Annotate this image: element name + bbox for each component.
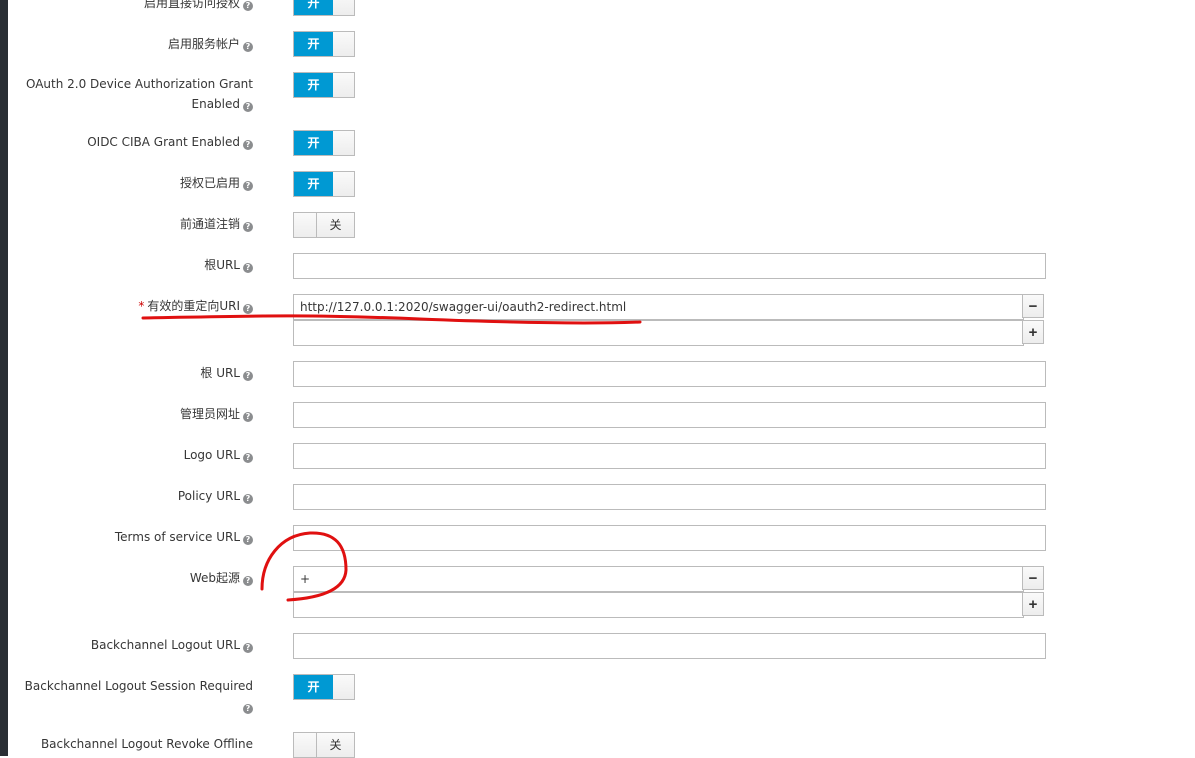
label-logo-url: Logo URL? [184, 445, 253, 465]
help-icon[interactable]: ? [243, 371, 253, 381]
logo-url-input[interactable] [293, 443, 1046, 469]
remove-redirect-uri-button[interactable]: − [1022, 294, 1044, 318]
help-icon[interactable]: ? [243, 42, 253, 52]
label-base-url: 根 URL? [200, 363, 253, 383]
label-device-grant: OAuth 2.0 Device Authorization Grant Enab… [25, 77, 253, 112]
web-origins-input[interactable] [293, 566, 1024, 592]
new-redirect-uri-input[interactable] [293, 320, 1024, 346]
redirect-uri-input[interactable] [293, 294, 1024, 320]
help-icon[interactable]: ? [243, 494, 253, 504]
toggle-front-logout[interactable]: 关 [293, 212, 355, 238]
toggle-authorization[interactable]: 开 [293, 171, 355, 197]
label-ciba: OIDC CIBA Grant Enabled? [87, 132, 253, 152]
toggle-direct-access[interactable]: 开 [293, 0, 355, 16]
toggle-bc-revoke[interactable]: 关 [293, 732, 355, 758]
help-icon[interactable]: ? [243, 412, 253, 422]
admin-url-input[interactable] [293, 402, 1046, 428]
label-authorization: 授权已启用? [180, 173, 253, 193]
help-icon[interactable]: ? [243, 535, 253, 545]
help-icon[interactable]: ? [243, 181, 253, 191]
help-icon[interactable]: ? [243, 263, 253, 273]
bc-logout-url-input[interactable] [293, 633, 1046, 659]
toggle-ciba[interactable]: 开 [293, 130, 355, 156]
help-icon[interactable]: ? [243, 643, 253, 653]
left-sidebar-edge [0, 0, 8, 756]
help-icon[interactable]: ? [243, 140, 253, 150]
help-icon[interactable]: ? [243, 704, 253, 714]
label-policy-url: Policy URL? [178, 486, 253, 506]
help-icon[interactable]: ? [243, 304, 253, 314]
label-bc-session: Backchannel Logout Session Required? [24, 679, 253, 714]
help-icon[interactable]: ? [243, 102, 253, 112]
help-icon[interactable]: ? [243, 576, 253, 586]
label-bc-revoke: Backchannel Logout Revoke Offline [40, 737, 253, 751]
label-admin-url: 管理员网址? [180, 404, 253, 424]
label-service-accounts: 启用服务帐户? [168, 34, 253, 54]
toggle-service-accounts[interactable]: 开 [293, 31, 355, 57]
base-url-input[interactable] [293, 361, 1046, 387]
add-web-origin-button[interactable]: + [1022, 592, 1044, 616]
policy-url-input[interactable] [293, 484, 1046, 510]
help-icon[interactable]: ? [243, 453, 253, 463]
help-icon[interactable]: ? [243, 1, 253, 11]
toggle-device-grant[interactable]: 开 [293, 72, 355, 98]
label-bc-logout-url: Backchannel Logout URL? [91, 635, 253, 655]
new-web-origin-input[interactable] [293, 592, 1024, 618]
remove-web-origin-button[interactable]: − [1022, 566, 1044, 590]
help-icon[interactable]: ? [243, 222, 253, 232]
label-redirect-uri: * 有效的重定向URI? [138, 296, 253, 316]
label-web-origins: Web起源? [190, 568, 253, 588]
label-tos-url: Terms of service URL? [115, 527, 253, 547]
label-root-url: 根URL? [204, 255, 253, 275]
root-url-input[interactable] [293, 253, 1046, 279]
label-direct-access: 启用直接访问授权? [144, 0, 253, 13]
add-redirect-uri-button[interactable]: + [1022, 320, 1044, 344]
label-front-logout: 前通道注销? [180, 214, 253, 234]
tos-url-input[interactable] [293, 525, 1046, 551]
toggle-bc-session[interactable]: 开 [293, 674, 355, 700]
